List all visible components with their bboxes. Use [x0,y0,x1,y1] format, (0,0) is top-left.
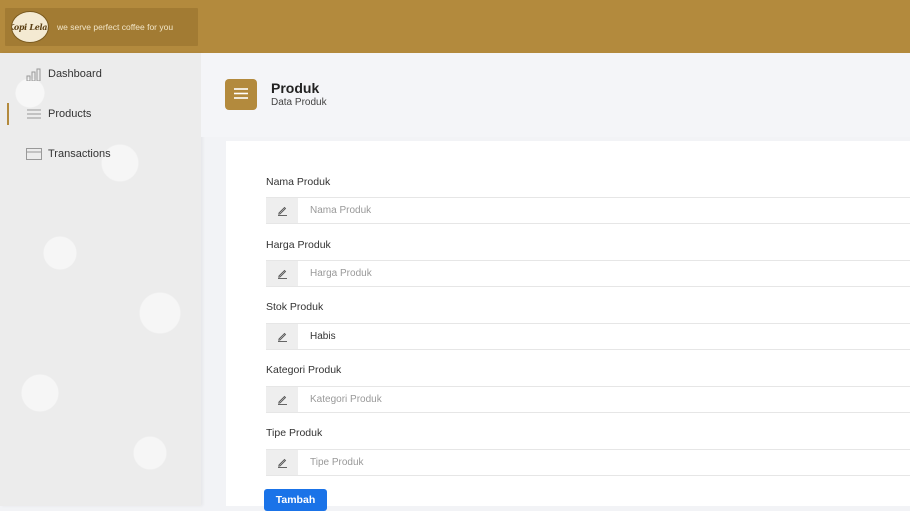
nama-produk-input[interactable] [308,204,892,217]
sidebar: Dashboard Products Transactions [0,53,201,506]
harga-produk-input[interactable] [308,267,892,280]
sidebar-item-dashboard[interactable]: Dashboard [0,61,201,87]
list-icon [25,107,43,121]
input-group-nama-produk [266,197,910,224]
input-group-kategori-produk [266,386,910,413]
field-label-nama-produk: Nama Produk [266,176,331,188]
page-subtitle: Data Produk [271,97,327,108]
page-header: Produk Data Produk [201,53,910,137]
sidebar-item-label: Dashboard [48,68,102,80]
tipe-produk-input[interactable] [308,456,892,469]
stok-produk-input[interactable] [308,330,892,343]
pencil-icon [266,261,298,286]
field-label-stok-produk: Stok Produk [266,301,324,313]
pencil-icon [266,198,298,223]
pencil-icon [266,324,298,349]
sidebar-item-label: Transactions [48,148,111,160]
page-title: Produk [271,80,320,96]
brand-logo-text: Kopi Lelah [12,22,48,32]
kategori-produk-input[interactable] [308,393,892,406]
card-icon [25,147,43,161]
brand-tagline: we serve perfect coffee for you [57,22,174,32]
sidebar-item-label: Products [48,108,92,120]
product-form-card: Nama Produk Harga Produk Stok Produk Kat… [226,141,910,511]
tambah-button[interactable]: Tambah [264,489,327,511]
input-group-harga-produk [266,260,910,287]
bar-chart-icon [25,67,43,81]
sidebar-item-transactions[interactable]: Transactions [0,141,201,167]
input-group-stok-produk [266,323,910,350]
field-label-kategori-produk: Kategori Produk [266,364,342,376]
brand[interactable]: Kopi Lelah we serve perfect coffee for y… [5,8,198,46]
top-bar: Kopi Lelah we serve perfect coffee for y… [0,0,910,53]
field-label-tipe-produk: Tipe Produk [266,427,323,439]
hamburger-icon [234,86,248,104]
input-group-tipe-produk [266,449,910,476]
pencil-icon [266,450,298,475]
menu-toggle-button[interactable] [225,79,257,110]
pencil-icon [266,387,298,412]
brand-logo: Kopi Lelah [11,11,49,43]
sidebar-item-products[interactable]: Products [0,101,201,127]
field-label-harga-produk: Harga Produk [266,239,331,251]
